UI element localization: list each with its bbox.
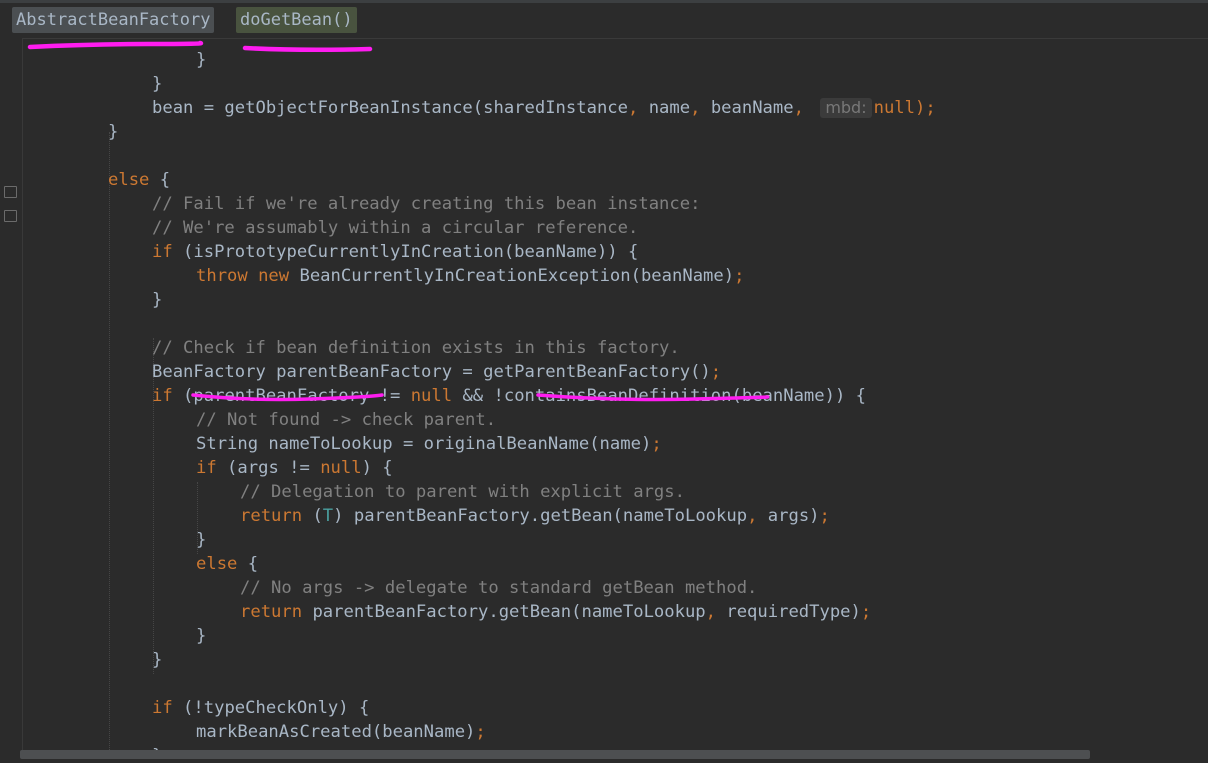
breadcrumb-class[interactable]: AbstractBeanFactory [12, 7, 215, 33]
code-line[interactable]: if (args != null) { [196, 456, 393, 480]
code-token: if [196, 458, 228, 478]
code-token: // No args -> delegate to standard getBe… [240, 578, 758, 598]
code-token: requiredType) [726, 602, 861, 622]
code-line[interactable]: } [152, 72, 162, 96]
code-token: // Check if bean definition exists in th… [152, 338, 680, 358]
code-line[interactable]: } [152, 648, 162, 672]
code-line[interactable]: // Fail if we're already creating this b… [152, 192, 700, 216]
code-token: return [240, 506, 313, 526]
code-line[interactable]: } [152, 288, 162, 312]
code-token: parentBeanFactory.getBean(nameToLookup [312, 602, 706, 622]
code-token: ; [819, 506, 830, 526]
code-token: ; [651, 434, 662, 454]
code-token: // Fail if we're already creating this b… [152, 194, 701, 214]
code-line[interactable]: return parentBeanFactory.getBean(nameToL… [240, 600, 871, 624]
annotation-underline-class [27, 40, 204, 50]
code-token: ; [734, 266, 745, 286]
code-token: if [152, 698, 184, 718]
code-line[interactable]: } [196, 528, 206, 552]
code-token: } [152, 74, 163, 94]
code-token: throw new [196, 266, 300, 286]
code-token: // Not found -> check parent. [196, 410, 497, 430]
code-line[interactable]: return (T) parentBeanFactory.getBean(nam… [240, 504, 830, 528]
code-token: , [793, 98, 815, 118]
code-token: , [747, 506, 768, 526]
code-token: else [108, 170, 160, 190]
code-line[interactable]: markBeanAsCreated(beanName); [196, 720, 486, 744]
code-token: return [240, 602, 313, 622]
code-token: ; [860, 602, 872, 622]
code-token: ); [915, 98, 936, 118]
code-line[interactable]: // No args -> delegate to standard getBe… [240, 576, 757, 600]
breadcrumb-method[interactable]: doGetBean() [236, 7, 357, 33]
code-line[interactable]: bean = getObjectForBeanInstance(sharedIn… [152, 96, 936, 120]
code-line[interactable]: if (!typeCheckOnly) { [152, 696, 369, 720]
code-token: bean = getObjectForBeanInstance(sharedIn… [152, 98, 628, 118]
code-line[interactable]: BeanFactory parentBeanFactory = getParen… [152, 360, 721, 384]
code-token: (args != [227, 458, 321, 478]
code-token: , [690, 98, 711, 118]
code-token: else [196, 554, 248, 574]
parameter-hint: mbd: [820, 98, 872, 118]
code-token: (isPrototypeCurrentlyInCreation(beanName… [183, 242, 639, 262]
code-token: if [152, 386, 184, 406]
code-line[interactable]: // We're assumably within a circular ref… [152, 216, 638, 240]
code-token: name [648, 98, 691, 118]
code-token: } [152, 650, 163, 670]
code-line[interactable]: throw new BeanCurrentlyInCreationExcepti… [196, 264, 744, 288]
code-token: ) { [361, 458, 393, 478]
code-line[interactable]: if (isPrototypeCurrentlyInCreation(beanN… [152, 240, 638, 264]
code-token: , [628, 98, 649, 118]
code-token: // Delegation to parent with explicit ar… [240, 482, 685, 502]
code-token: , [705, 602, 727, 622]
code-line[interactable]: // Check if bean definition exists in th… [152, 336, 680, 360]
horizontal-scrollbar-thumb[interactable] [20, 750, 1090, 759]
code-line[interactable]: } [196, 624, 206, 648]
code-token: if [152, 242, 184, 262]
code-token: } [196, 626, 207, 646]
code-line[interactable]: else { [108, 168, 170, 192]
code-token: ; [710, 362, 722, 382]
code-token: String nameToLookup = originalBeanName(n… [196, 434, 652, 454]
code-token: BeanFactory parentBeanFactory = getParen… [152, 362, 711, 382]
code-token: T [322, 506, 334, 526]
code-token: { [159, 170, 171, 190]
code-token: args) [767, 506, 820, 526]
code-line[interactable]: String nameToLookup = originalBeanName(n… [196, 432, 662, 456]
code-token: { [247, 554, 259, 574]
code-line[interactable]: else { [196, 552, 258, 576]
code-token: // We're assumably within a circular ref… [152, 218, 639, 238]
code-token: } [196, 50, 207, 70]
code-token: beanName [710, 98, 794, 118]
code-line[interactable]: // Not found -> check parent. [196, 408, 496, 432]
code-token: } [152, 290, 163, 310]
annotation-underline-parentBeanFactory [191, 393, 384, 402]
code-token: } [108, 122, 119, 142]
annotation-underline-method [242, 45, 373, 53]
code-token: null [320, 458, 362, 478]
code-line[interactable]: } [108, 120, 118, 144]
code-token: ) parentBeanFactory.getBean(nameToLookup [333, 506, 748, 526]
code-token: (!typeCheckOnly) { [183, 698, 370, 718]
code-token: markBeanAsCreated(beanName) [196, 722, 476, 742]
code-token: } [196, 530, 207, 550]
code-token: ( [312, 506, 323, 526]
indent-guide [109, 132, 110, 750]
annotation-underline-containsBeanDefinition [536, 393, 770, 402]
code-token: null [410, 386, 463, 406]
code-token: null [873, 98, 916, 118]
breadcrumb: AbstractBeanFactory doGetBean() [0, 3, 1208, 39]
code-token: BeanCurrentlyInCreationException(beanNam… [299, 266, 735, 286]
code-line[interactable]: // Delegation to parent with explicit ar… [240, 480, 685, 504]
code-token: ; [475, 722, 486, 742]
